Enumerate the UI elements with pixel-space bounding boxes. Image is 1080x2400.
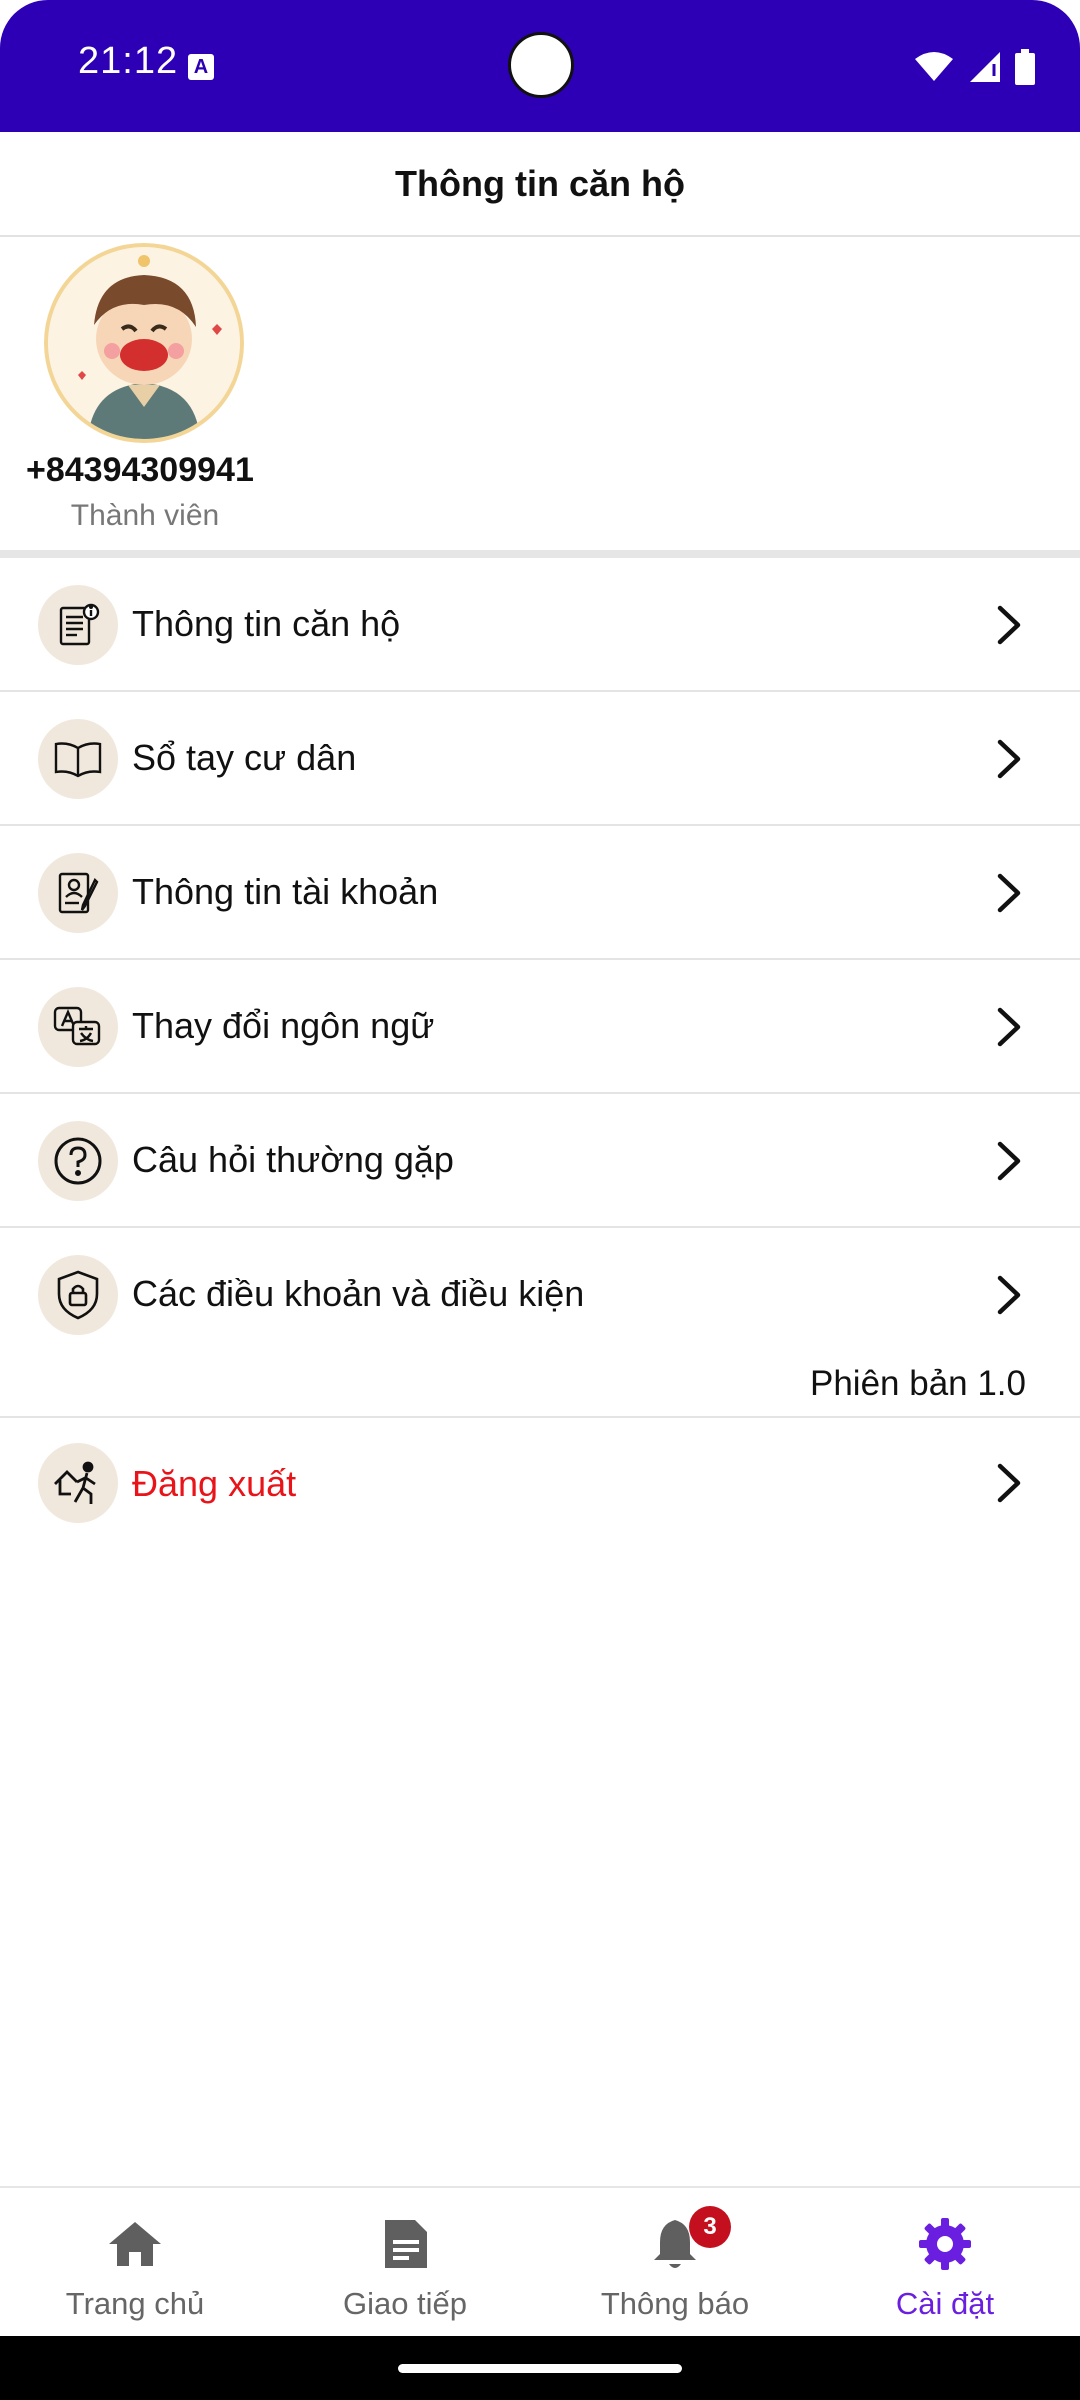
menu-item-terms[interactable]: Các điều khoản và điều kiện [0,1228,1080,1362]
battery-icon [1015,49,1035,85]
avatar-illustration [48,247,240,439]
version-row: Phiên bản 1.0 [0,1358,1080,1418]
menu-item-change-language[interactable]: Thay đổi ngôn ngữ [0,960,1080,1094]
signal-icon [970,52,1000,82]
open-book-icon [38,719,118,799]
bottom-nav: Trang chủ Giao tiếp 3 Thông báo Cài đặt [0,2186,1080,2336]
logout-button[interactable]: Đăng xuất [0,1418,1080,1548]
notification-badge: 3 [689,2206,731,2248]
logout-icon [38,1443,118,1523]
section-divider [0,550,1080,558]
profile-role: Thành viên [70,499,220,532]
menu-label: Thay đổi ngôn ngữ [132,1005,435,1046]
notification-app-icon: A [188,54,214,80]
nav-item-notifications[interactable]: 3 Thông báo [540,2188,810,2336]
menu-label: Thông tin tài khoản [132,871,439,912]
nav-label: Thông báo [600,2286,750,2321]
wifi-icon [915,52,953,81]
menu-label: Câu hỏi thường gặp [132,1139,454,1180]
status-time: 21:12 [78,40,179,82]
document-icon [385,2220,427,2268]
chevron-right-icon [997,1463,1021,1503]
status-icons [914,44,1036,90]
profile-phone: +84394309941 [26,451,254,489]
status-bar: 21:12 A [0,0,1080,132]
profile-section: +84394309941 Thành viên [0,237,1080,552]
menu-item-apartment-info[interactable]: Thông tin căn hộ [0,558,1080,692]
menu-label: Sổ tay cư dân [132,737,357,778]
nav-item-communication[interactable]: Giao tiếp [270,2188,540,2336]
document-info-icon [38,585,118,665]
question-icon [38,1121,118,1201]
translate-icon [38,987,118,1067]
shield-lock-icon [38,1255,118,1335]
menu-label: Các điều khoản và điều kiện [132,1273,585,1314]
home-icon [109,2222,161,2266]
chevron-right-icon [997,605,1021,645]
chevron-right-icon [997,1007,1021,1047]
menu-item-resident-handbook[interactable]: Sổ tay cư dân [0,692,1080,826]
app-version: Phiên bản 1.0 [809,1364,1026,1403]
chevron-right-icon [997,873,1021,913]
gesture-bar [0,2336,1080,2400]
logout-label: Đăng xuất [132,1463,297,1504]
account-edit-icon [38,853,118,933]
camera-cutout [508,32,574,98]
nav-label: Trang chủ [65,2286,205,2321]
chevron-right-icon [997,1275,1021,1315]
home-gesture-handle[interactable] [398,2364,682,2373]
nav-label: Giao tiếp [342,2286,468,2321]
nav-label: Cài đặt [895,2286,995,2321]
chevron-right-icon [997,739,1021,779]
menu-item-account-info[interactable]: Thông tin tài khoản [0,826,1080,960]
gear-icon [919,2218,971,2270]
menu-label: Thông tin căn hộ [132,603,401,644]
avatar[interactable] [44,243,244,443]
nav-item-home[interactable]: Trang chủ [0,2188,270,2336]
chevron-right-icon [997,1141,1021,1181]
app-header: Thông tin căn hộ [0,132,1080,237]
settings-menu: Thông tin căn hộ Sổ tay cư dân Thông tin… [0,558,1080,1362]
page-title: Thông tin căn hộ [395,162,685,204]
nav-item-settings[interactable]: Cài đặt [810,2188,1080,2336]
menu-item-faq[interactable]: Câu hỏi thường gặp [0,1094,1080,1228]
